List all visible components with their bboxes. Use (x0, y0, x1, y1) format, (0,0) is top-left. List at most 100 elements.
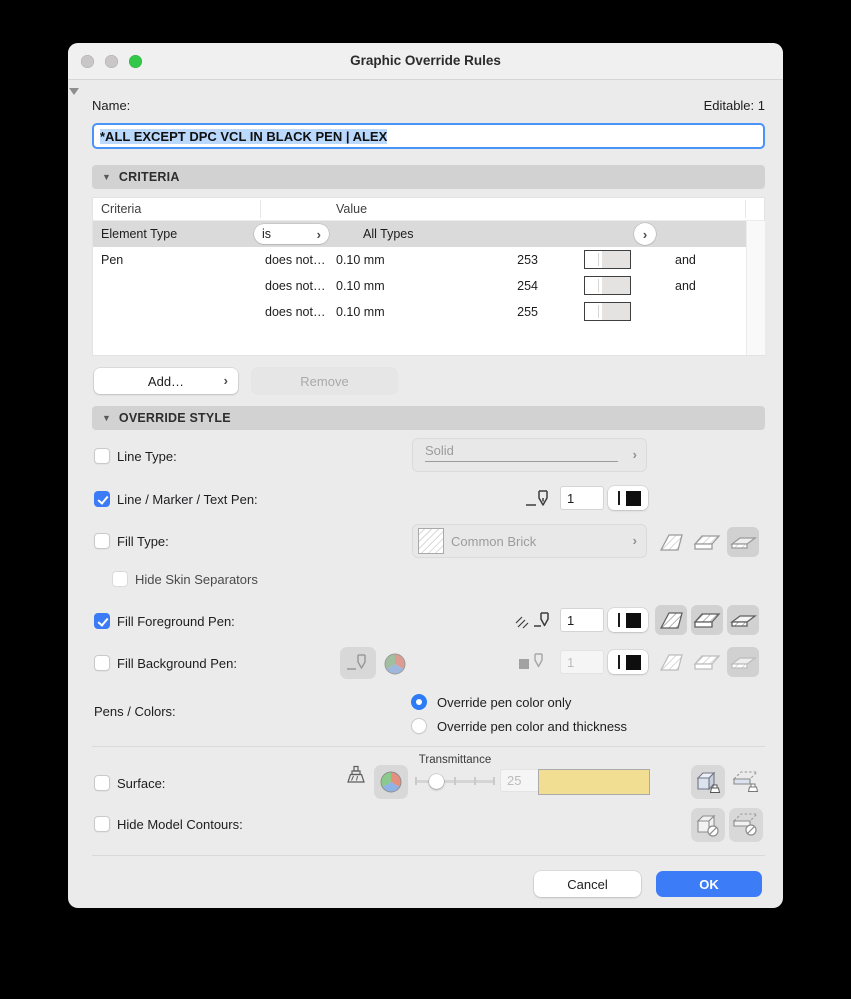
fg-cover-fill-toggle[interactable] (691, 605, 723, 635)
drafting-fill-toggle[interactable] (727, 527, 759, 557)
column-divider (745, 200, 746, 218)
hide-model-contours-checkbox[interactable] (94, 816, 110, 832)
criteria-collapse-icon[interactable]: ▼ (102, 172, 111, 182)
cube-null-icon (696, 814, 719, 837)
fill-type-value: Common Brick (451, 534, 537, 549)
fill-bg-color-button[interactable] (608, 650, 648, 674)
slider-tick (474, 777, 476, 785)
bg-drafting-fill-toggle[interactable] (727, 647, 759, 677)
color-wheel-icon[interactable] (384, 653, 406, 675)
table-row-pen-253[interactable]: Pen does not… 0.10 mm 253 and (93, 247, 746, 273)
criteria-section-header[interactable]: ▼ CRITERIA (92, 165, 765, 189)
column-header-criteria[interactable]: Criteria (101, 202, 141, 216)
pen-thin-preview (618, 655, 620, 669)
fill-fg-number-field[interactable]: 1 (560, 608, 604, 632)
line-type-checkbox[interactable] (94, 448, 110, 464)
transmittance-slider[interactable] (415, 777, 495, 785)
bg-pen-mode-button[interactable] (340, 647, 376, 679)
table-scrollbar[interactable] (746, 221, 765, 355)
fg-drafting-fill-toggle[interactable] (727, 605, 759, 635)
cancel-button[interactable]: Cancel (534, 871, 641, 897)
operator-dropdown[interactable]: is › (254, 224, 329, 244)
transmittance-field[interactable]: 25 (500, 769, 540, 792)
pens-colors-label: Pens / Colors: (94, 704, 176, 719)
fill-type-checkbox[interactable] (94, 533, 110, 549)
radio-color-thickness-label[interactable]: Override pen color and thickness (437, 719, 627, 734)
window-title: Graphic Override Rules (350, 53, 501, 68)
name-label: Name: (92, 98, 131, 113)
line-pen-checkbox[interactable] (94, 491, 110, 507)
slider-tick (454, 777, 456, 785)
line-pen-number-field[interactable]: 1 (560, 486, 604, 510)
column-header-value[interactable]: Value (336, 202, 367, 216)
drafting-fill-icon (730, 537, 757, 549)
line-pen-label: Line / Marker / Text Pen: (117, 492, 258, 507)
fill-fg-color-button[interactable] (608, 608, 648, 632)
pen-thickness: 0.10 mm (336, 305, 385, 319)
bg-cut-fill-toggle[interactable] (655, 647, 687, 677)
title-bar[interactable]: Graphic Override Rules (68, 43, 783, 80)
divider (92, 855, 765, 856)
pen-thickness: 0.10 mm (336, 279, 385, 293)
line-type-dropdown[interactable]: Solid › (412, 438, 647, 472)
fg-cut-fill-toggle[interactable] (655, 605, 687, 635)
pen-thin-preview (618, 613, 620, 627)
surface-checkbox[interactable] (94, 775, 110, 791)
hide-skin-separators-checkbox[interactable] (112, 571, 128, 587)
pen-color-swatch[interactable] (584, 302, 631, 321)
pen-thickness: 0.10 mm (336, 253, 385, 267)
radio-color-thickness[interactable] (411, 718, 427, 734)
cut-fill-icon (659, 534, 683, 551)
surface-color-wheel-button[interactable] (374, 765, 408, 799)
contours-3d-button[interactable] (691, 808, 725, 842)
operator-value: does not… (265, 305, 326, 319)
transmittance-label: Transmittance (418, 754, 492, 766)
criteria-section-title: CRITERIA (118, 170, 180, 184)
override-collapse-icon[interactable]: ▼ (102, 413, 111, 423)
surface-label: Surface: (117, 776, 166, 791)
ok-button[interactable]: OK (656, 871, 762, 897)
add-button[interactable]: Add… › (94, 368, 238, 394)
slab-null-icon (732, 813, 759, 836)
bg-cover-fill-toggle[interactable] (691, 647, 723, 677)
color-wheel-icon (380, 771, 402, 793)
pen-color-swatch[interactable] (584, 250, 631, 269)
fill-bg-checkbox[interactable] (94, 655, 110, 671)
fill-bg-number-field[interactable]: 1 (560, 650, 604, 674)
table-row-pen-255[interactable]: does not… 0.10 mm 255 (93, 299, 746, 325)
slider-thumb[interactable] (429, 774, 444, 789)
fill-background-pen-icon (519, 653, 543, 669)
pen-color-black (626, 612, 641, 628)
column-divider (260, 200, 261, 218)
remove-button[interactable]: Remove (252, 368, 397, 394)
transmittance-value: 25 (507, 773, 522, 788)
name-input[interactable]: *ALL EXCEPT DPC VCL IN BLACK PEN | ALEX (92, 123, 765, 149)
table-row-element-type[interactable]: Element Type is › All Types › (93, 221, 746, 247)
table-row-pen-254[interactable]: does not… 0.10 mm 254 and (93, 273, 746, 299)
add-button-label: Add… (147, 373, 185, 389)
fill-bg-number: 1 (567, 654, 575, 670)
fill-type-dropdown[interactable]: Common Brick › (412, 524, 647, 558)
surface-apply-cut-button[interactable] (729, 766, 763, 798)
override-style-section-header[interactable]: ▼ OVERRIDE STYLE (92, 406, 765, 430)
pen-color-swatch[interactable] (584, 276, 631, 295)
pen-color-black (626, 490, 641, 506)
fill-fg-checkbox[interactable] (94, 613, 110, 629)
criteria-name: Element Type (101, 227, 178, 241)
hide-skin-separators-label: Hide Skin Separators (135, 572, 258, 587)
line-pen-color-button[interactable] (608, 486, 648, 510)
cut-fill-toggle[interactable] (655, 527, 687, 557)
cover-fill-toggle[interactable] (691, 527, 723, 557)
value-picker-button[interactable]: › (634, 223, 656, 245)
surface-color-swatch[interactable] (538, 769, 650, 795)
radio-color-only[interactable] (411, 694, 427, 710)
chevron-right-icon: › (632, 447, 637, 462)
criteria-value: All Types (363, 227, 414, 241)
line-preview (425, 460, 618, 462)
slider-tick (415, 777, 417, 785)
contours-cut-button[interactable] (729, 808, 763, 842)
surface-apply-3d-button[interactable] (691, 765, 725, 799)
criteria-name: Pen (101, 253, 124, 267)
cancel-button-label: Cancel (567, 876, 608, 892)
radio-color-only-label[interactable]: Override pen color only (437, 695, 571, 710)
